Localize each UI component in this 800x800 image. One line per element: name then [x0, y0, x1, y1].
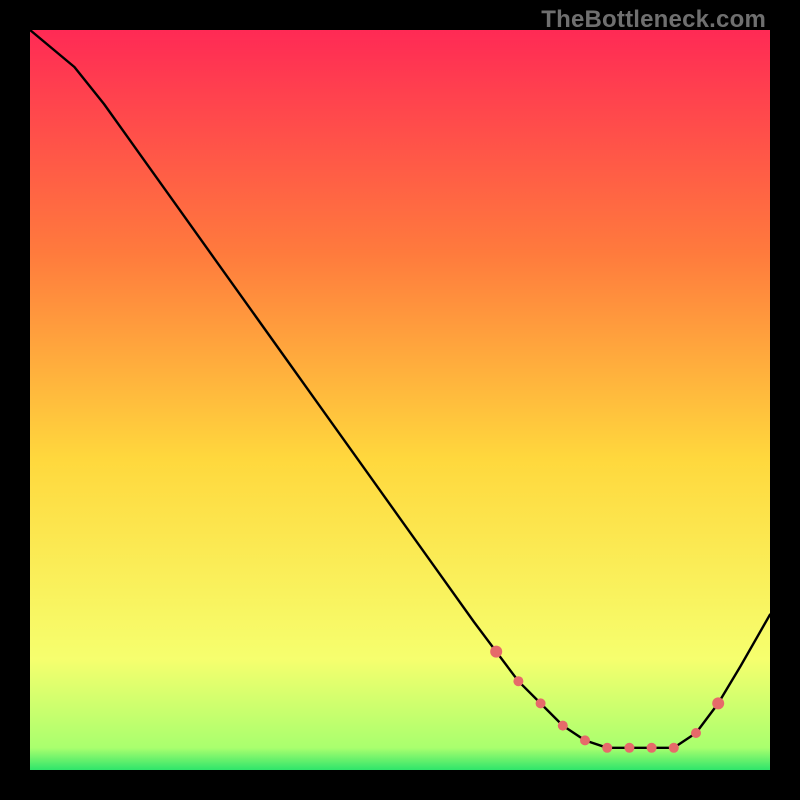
plot-area: [30, 30, 770, 770]
marker-dot: [490, 646, 502, 658]
marker-dot: [558, 721, 568, 731]
chart-frame: TheBottleneck.com: [0, 0, 800, 800]
chart-svg: [30, 30, 770, 770]
marker-dot: [712, 697, 724, 709]
gradient-background: [30, 30, 770, 770]
marker-dot: [691, 728, 701, 738]
marker-dot: [513, 676, 523, 686]
marker-dot: [624, 743, 634, 753]
marker-dot: [602, 743, 612, 753]
marker-dot: [669, 743, 679, 753]
marker-dot: [536, 698, 546, 708]
marker-dot: [647, 743, 657, 753]
marker-dot: [580, 735, 590, 745]
